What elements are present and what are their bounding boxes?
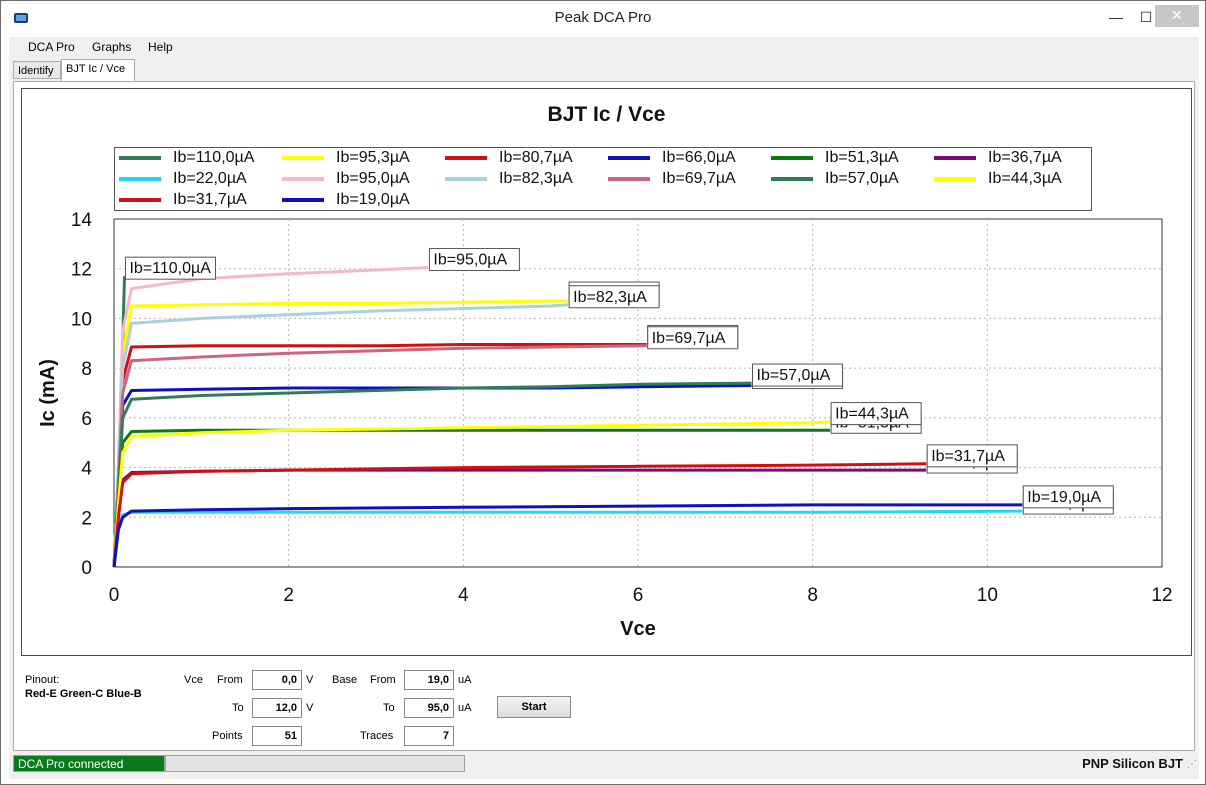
x-tick-label: 10 [977,585,998,606]
window-title: Peak DCA Pro [554,9,652,26]
series-end-label-text: Ib=31,7µA [931,448,1005,465]
pinout-label: Pinout: [25,674,60,686]
series-end-label: Ib=95,0µA [428,247,520,271]
vce-from-input[interactable]: 0,0 [252,670,302,690]
y-tick-label: 0 [81,558,92,579]
menu-bar: DCA Pro Graphs Help [9,37,1199,57]
vce-from-unit: V [306,674,314,686]
resize-grip-icon[interactable]: ⋰ [1187,759,1197,770]
tab-identify[interactable]: Identify [13,61,61,79]
app-window: Peak DCA Pro — ☐ ✕ DCA Pro Graphs Help I… [0,0,1206,785]
series-end-label: Ib=82,3µA [568,285,660,309]
vce-to-label: To [232,702,244,714]
base-from-unit: uA [458,674,472,686]
series-end-label-text: Ib=110,0µA [129,260,211,277]
series-end-label: Ib=57,0µA [752,363,844,387]
base-to-unit: uA [458,702,472,714]
y-tick-label: 14 [71,210,93,231]
y-tick-label: 4 [81,459,92,480]
chart-panel: BJT Ic / Vce Ib=110,0µA Ib=95,3µA Ib=80,7µ… [21,88,1192,656]
x-tick-label: 12 [1151,585,1172,606]
series-end-label-text: Ib=44,3µA [835,406,909,423]
y-tick-label: 8 [81,359,92,380]
base-label: Base [332,674,358,686]
close-button[interactable]: ✕ [1155,5,1199,27]
x-tick-label: 2 [283,585,294,606]
x-tick-label: 0 [109,585,120,606]
pinout-value: Red-E Green-C Blue-B [25,688,142,700]
minimize-button[interactable]: — [1101,7,1131,27]
series-end-label: Ib=31,7µA [926,444,1018,468]
series-end-label: Ib=44,3µA [830,402,922,426]
base-from-label: From [370,674,396,686]
menu-help[interactable]: Help [148,40,173,54]
device-type: PNP Silicon BJT [1082,756,1183,771]
vce-label: Vce [184,674,203,686]
y-tick-label: 2 [81,508,92,529]
series-end-label-text: Ib=57,0µA [757,367,831,384]
traces-input[interactable]: 7 [404,726,454,746]
x-tick-label: 4 [458,585,469,606]
x-tick-label: 8 [807,585,818,606]
vce-to-input[interactable]: 12,0 [252,698,302,718]
start-button[interactable]: Start [497,696,571,718]
base-to-label: To [383,702,395,714]
series-end-label-text: Ib=95,0µA [433,251,507,268]
points-label: Points [212,730,243,742]
series-end-label-text: Ib=19,0µA [1027,489,1101,506]
connection-status: DCA Pro connected [13,755,165,772]
series-end-label: Ib=19,0µA [1022,485,1114,509]
title-bar[interactable]: Peak DCA Pro — ☐ ✕ [1,1,1205,37]
series-end-label: Ib=69,7µA [647,326,739,350]
traces-label: Traces [360,730,394,742]
progress-bar [165,755,465,772]
x-tick-label: 6 [633,585,644,606]
chart-plot: 0 2 4 6 8 10 12 0 2 4 6 8 10 12 14 Vce Ic (mA) Ib=110,0µA… [37,210,1173,640]
vce-to-unit: V [306,702,314,714]
y-tick-label: 12 [71,260,92,281]
tab-page: BJT Ic / Vce Ib=110,0µA Ib=95,3µA Ib=80,7µ… [13,81,1195,751]
y-axis-title: Ic (mA) [37,359,59,427]
base-to-input[interactable]: 95,0 [404,698,454,718]
series-end-label: Ib=110,0µA [124,256,216,280]
x-axis-title: Vce [620,618,656,640]
status-bar: DCA Pro connected PNP Silicon BJT ⋰ [9,753,1199,775]
series-end-label-text: Ib=82,3µA [573,289,647,306]
client-area: DCA Pro Graphs Help Identify BJT Ic / Vc… [9,37,1199,779]
points-input[interactable]: 51 [252,726,302,746]
tab-bjt-ic-vce[interactable]: BJT Ic / Vce [61,59,135,81]
y-tick-label: 10 [71,309,92,330]
menu-dca-pro[interactable]: DCA Pro [28,40,75,54]
base-from-input[interactable]: 19,0 [404,670,454,690]
vce-from-label: From [217,674,243,686]
menu-graphs[interactable]: Graphs [92,40,131,54]
series-end-label-text: Ib=69,7µA [652,330,726,347]
controls-panel: Pinout: Red-E Green-C Blue-B Vce From 0,… [14,658,1194,752]
y-tick-label: 6 [81,409,92,430]
